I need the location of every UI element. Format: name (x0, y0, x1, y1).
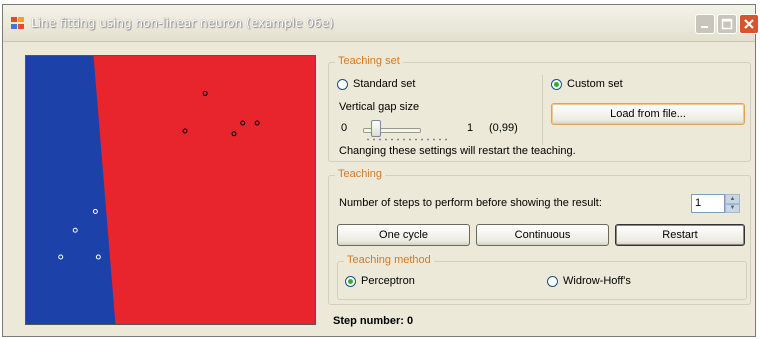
widrow-hoff-radio-dot[interactable] (547, 275, 558, 287)
standard-set-label: Standard set (353, 78, 416, 90)
stepper-down-icon[interactable]: ▼ (725, 203, 740, 213)
perceptron-radio[interactable]: Perceptron (345, 275, 415, 287)
perceptron-label: Perceptron (361, 275, 415, 287)
data-point (72, 227, 78, 233)
data-point (95, 254, 101, 260)
window-title: Line fitting using non-linear neuron (ex… (31, 16, 334, 30)
slider-min-label: 0 (341, 122, 348, 134)
right-region (93, 56, 315, 324)
group-divider (542, 75, 543, 145)
app-icon (11, 17, 24, 29)
one-cycle-button[interactable]: One cycle (337, 224, 470, 246)
minimize-button[interactable] (695, 14, 715, 34)
stepper-up-icon[interactable]: ▲ (725, 194, 740, 204)
maximize-icon (721, 18, 733, 30)
slider-value-label: (0,99) (489, 122, 518, 134)
data-point (92, 208, 98, 214)
step-number-label: Step number: 0 (333, 315, 414, 327)
teaching-title: Teaching (335, 168, 386, 180)
gap-slider-thumb[interactable] (371, 120, 381, 137)
title-bar[interactable]: Line fitting using non-linear neuron (ex… (3, 5, 759, 42)
custom-set-label: Custom set (567, 78, 623, 90)
restart-button[interactable]: Restart (615, 224, 745, 246)
maximize-button[interactable] (717, 14, 737, 34)
steps-stepper-input[interactable]: 1 (691, 194, 725, 213)
custom-set-radio-dot[interactable] (551, 78, 562, 90)
perceptron-radio-dot[interactable] (345, 275, 356, 287)
teaching-method-title: Teaching method (344, 254, 434, 266)
steps-label: Number of steps to perform before showin… (339, 197, 602, 209)
load-from-file-button[interactable]: Load from file... (551, 103, 745, 125)
widrow-hoff-label: Widrow-Hoff's (563, 275, 631, 287)
vertical-gap-label: Vertical gap size (339, 101, 420, 113)
classification-plot[interactable] (25, 55, 316, 325)
continuous-button[interactable]: Continuous (476, 224, 609, 246)
custom-set-radio[interactable]: Custom set (551, 78, 623, 90)
app-window: Line fitting using non-linear neuron (ex… (2, 4, 759, 337)
data-point (58, 254, 64, 260)
steps-stepper-buttons[interactable]: ▲ ▼ (725, 194, 740, 213)
settings-restart-note: Changing these settings will restart the… (339, 145, 576, 157)
slider-max-label: 1 (467, 122, 474, 134)
close-button[interactable] (739, 14, 759, 34)
close-icon (744, 19, 754, 29)
widrow-hoff-radio[interactable]: Widrow-Hoff's (547, 275, 631, 287)
minimize-icon (701, 26, 708, 28)
slider-ticks (365, 138, 449, 141)
standard-set-radio[interactable]: Standard set (337, 78, 415, 90)
teaching-set-title: Teaching set (335, 55, 403, 67)
standard-set-radio-dot[interactable] (337, 78, 348, 90)
